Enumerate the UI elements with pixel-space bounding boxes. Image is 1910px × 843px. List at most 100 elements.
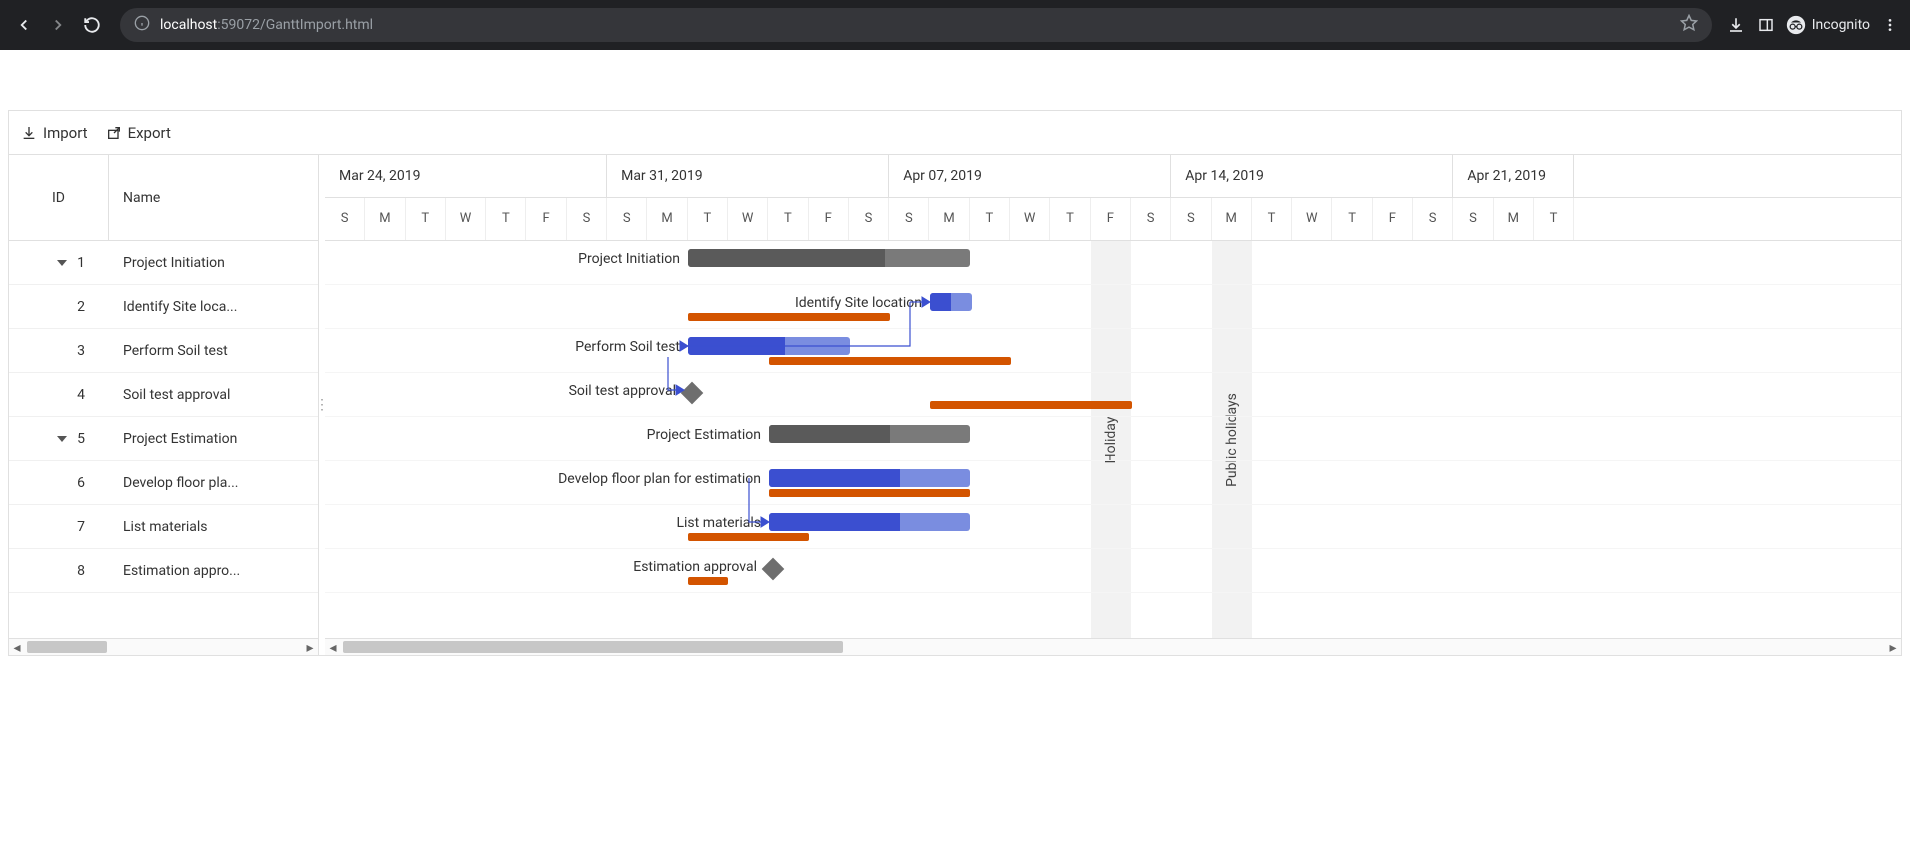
grid-horizontal-scrollbar[interactable]: ◂ ▸ xyxy=(9,638,318,655)
day-header-cell: M xyxy=(365,198,405,241)
progress-bar xyxy=(688,337,785,355)
task-bar[interactable] xyxy=(769,469,970,487)
cell-id: 2 xyxy=(9,299,109,315)
chart-horizontal-scrollbar[interactable]: ◂ ▸ xyxy=(325,638,1901,655)
progress-bar xyxy=(688,249,885,267)
bookmark-icon[interactable] xyxy=(1680,14,1698,36)
day-header-cell: F xyxy=(1373,198,1413,241)
week-header-cell: Apr 14, 2019 xyxy=(1171,155,1453,197)
progress-bar xyxy=(769,513,900,531)
day-header-cell: S xyxy=(567,198,607,241)
table-row[interactable]: 4 Soil test approval xyxy=(9,373,318,417)
week-header-cell: Apr 21, 2019 xyxy=(1453,155,1574,197)
day-header-cell: M xyxy=(1212,198,1252,241)
scroll-thumb[interactable] xyxy=(343,641,843,653)
back-button[interactable] xyxy=(10,11,38,39)
column-header-name[interactable]: Name xyxy=(109,155,318,240)
export-button[interactable]: Export xyxy=(106,124,171,142)
day-header-cell: T xyxy=(486,198,526,241)
task-id: 6 xyxy=(77,475,85,491)
milestone-marker[interactable] xyxy=(762,558,785,581)
grid-header: ID Name xyxy=(9,155,318,241)
day-header-cell: M xyxy=(929,198,969,241)
day-header-cell: S xyxy=(1453,198,1493,241)
task-label: Soil test approval xyxy=(569,383,676,399)
table-row[interactable]: 3 Perform Soil test xyxy=(9,329,318,373)
table-row[interactable]: 8Estimation appro... xyxy=(9,549,318,593)
task-label: Develop floor plan for estimation xyxy=(558,471,761,487)
progress-bar xyxy=(769,425,890,443)
cell-name: List materials xyxy=(109,519,318,535)
summary-bar[interactable] xyxy=(688,249,970,267)
import-button[interactable]: Import xyxy=(21,124,88,142)
column-header-id[interactable]: ID xyxy=(9,155,109,240)
chart-area[interactable]: HolidayPublic holidaysProject Initiation… xyxy=(325,241,1901,638)
task-label: Project Initiation xyxy=(578,251,680,267)
panel-icon[interactable] xyxy=(1756,15,1776,35)
menu-icon[interactable] xyxy=(1880,15,1900,35)
reload-button[interactable] xyxy=(78,11,106,39)
scroll-right-arrow[interactable]: ▸ xyxy=(302,639,318,656)
incognito-badge[interactable]: Incognito xyxy=(1786,15,1870,35)
task-id: 2 xyxy=(77,299,85,315)
week-header-cell: Mar 24, 2019 xyxy=(325,155,607,197)
summary-bar[interactable] xyxy=(769,425,970,443)
collapse-icon[interactable] xyxy=(57,436,67,442)
cell-name: Perform Soil test xyxy=(109,343,318,359)
site-info-icon[interactable] xyxy=(134,15,150,35)
cell-name: Soil test approval xyxy=(109,387,318,403)
task-bar[interactable] xyxy=(769,513,970,531)
cell-name: Project Estimation xyxy=(109,431,318,447)
scroll-thumb[interactable] xyxy=(27,641,107,653)
progress-bar xyxy=(930,293,951,311)
milestone-marker[interactable] xyxy=(681,382,704,405)
table-row[interactable]: 6 Develop floor pla... xyxy=(9,461,318,505)
day-header-cell: T xyxy=(1050,198,1090,241)
day-header-cell: S xyxy=(1413,198,1453,241)
task-bar[interactable] xyxy=(688,337,850,355)
cell-name: Identify Site loca... xyxy=(109,299,318,315)
day-header-cell: S xyxy=(607,198,647,241)
cell-id: 6 xyxy=(9,475,109,491)
chart-row: Project Initiation xyxy=(325,241,1901,285)
table-row[interactable]: 7List materials xyxy=(9,505,318,549)
day-header-cell: T xyxy=(1534,198,1574,241)
collapse-icon[interactable] xyxy=(57,260,67,266)
day-header-cell: T xyxy=(1252,198,1292,241)
table-row[interactable]: 1Project Initiation xyxy=(9,241,318,285)
export-label: Export xyxy=(128,124,171,142)
day-header-cell: T xyxy=(688,198,728,241)
task-bar[interactable] xyxy=(930,293,972,311)
day-header-cell: W xyxy=(1010,198,1050,241)
day-header-cell: M xyxy=(647,198,687,241)
cell-name: Develop floor pla... xyxy=(109,475,318,491)
task-label: Perform Soil test xyxy=(575,339,680,355)
table-row[interactable]: 2 Identify Site loca... xyxy=(9,285,318,329)
baseline-bar xyxy=(769,357,1011,365)
day-header-cell: S xyxy=(849,198,889,241)
chart-row: Project Estimation xyxy=(325,417,1901,461)
scroll-right-arrow[interactable]: ▸ xyxy=(1885,639,1901,655)
week-header-cell: Mar 31, 2019 xyxy=(607,155,889,197)
chart-row: List materials xyxy=(325,505,1901,549)
treegrid-panel: ID Name 1Project Initiation 2 Identify Sit… xyxy=(9,155,319,655)
gantt-control: Import Export ID Name 1Project Initiatio… xyxy=(8,110,1902,656)
browser-chrome: localhost:59072/GanttImport.html Incogni… xyxy=(0,0,1910,50)
day-header-cell: W xyxy=(1292,198,1332,241)
chart-row: Develop floor plan for estimation xyxy=(325,461,1901,505)
baseline-bar xyxy=(688,577,728,585)
downloads-icon[interactable] xyxy=(1726,15,1746,35)
baseline-bar xyxy=(769,489,970,497)
address-bar[interactable]: localhost:59072/GanttImport.html xyxy=(120,8,1712,42)
scroll-left-arrow[interactable]: ◂ xyxy=(325,639,341,655)
day-header-cell: S xyxy=(1131,198,1171,241)
import-label: Import xyxy=(43,124,88,142)
day-header-cell: F xyxy=(1091,198,1131,241)
task-id: 3 xyxy=(77,343,85,359)
task-id: 4 xyxy=(77,387,85,403)
day-header-cell: W xyxy=(446,198,486,241)
forward-button[interactable] xyxy=(44,11,72,39)
table-row[interactable]: 5Project Estimation xyxy=(9,417,318,461)
chart-row: Perform Soil test xyxy=(325,329,1901,373)
scroll-left-arrow[interactable]: ◂ xyxy=(9,639,25,656)
